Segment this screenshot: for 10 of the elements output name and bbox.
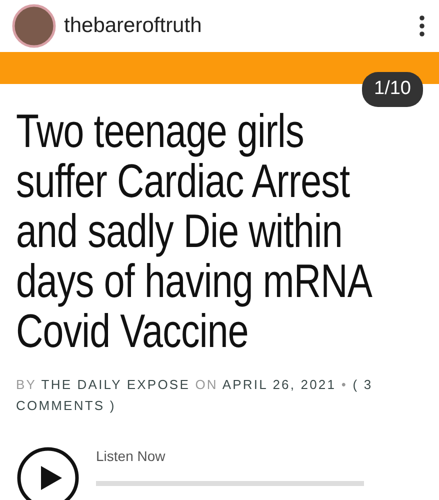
article-link[interactable]: APRIL 26, 2021 (222, 377, 336, 392)
article-headline: Two teenage girls suffer Cardiac Arrest and sadly Die within days of having mRNA Covid Vaccine (16, 106, 372, 356)
play-icon[interactable] (16, 446, 80, 500)
slide-counter: 1/10 (362, 72, 423, 106)
avatar-icon[interactable] (12, 4, 56, 48)
article-link[interactable]: THE DAILY EXPOSE (41, 377, 190, 392)
listen-label: Listen Now (96, 447, 166, 466)
username[interactable]: thebareroftruth (64, 10, 202, 42)
article-byline: BY THE DAILY EXPOSE ON APRIL 26, 2021 • ( 3 COMMENTS ) (16, 376, 374, 415)
more-options-icon[interactable] (419, 15, 425, 37)
